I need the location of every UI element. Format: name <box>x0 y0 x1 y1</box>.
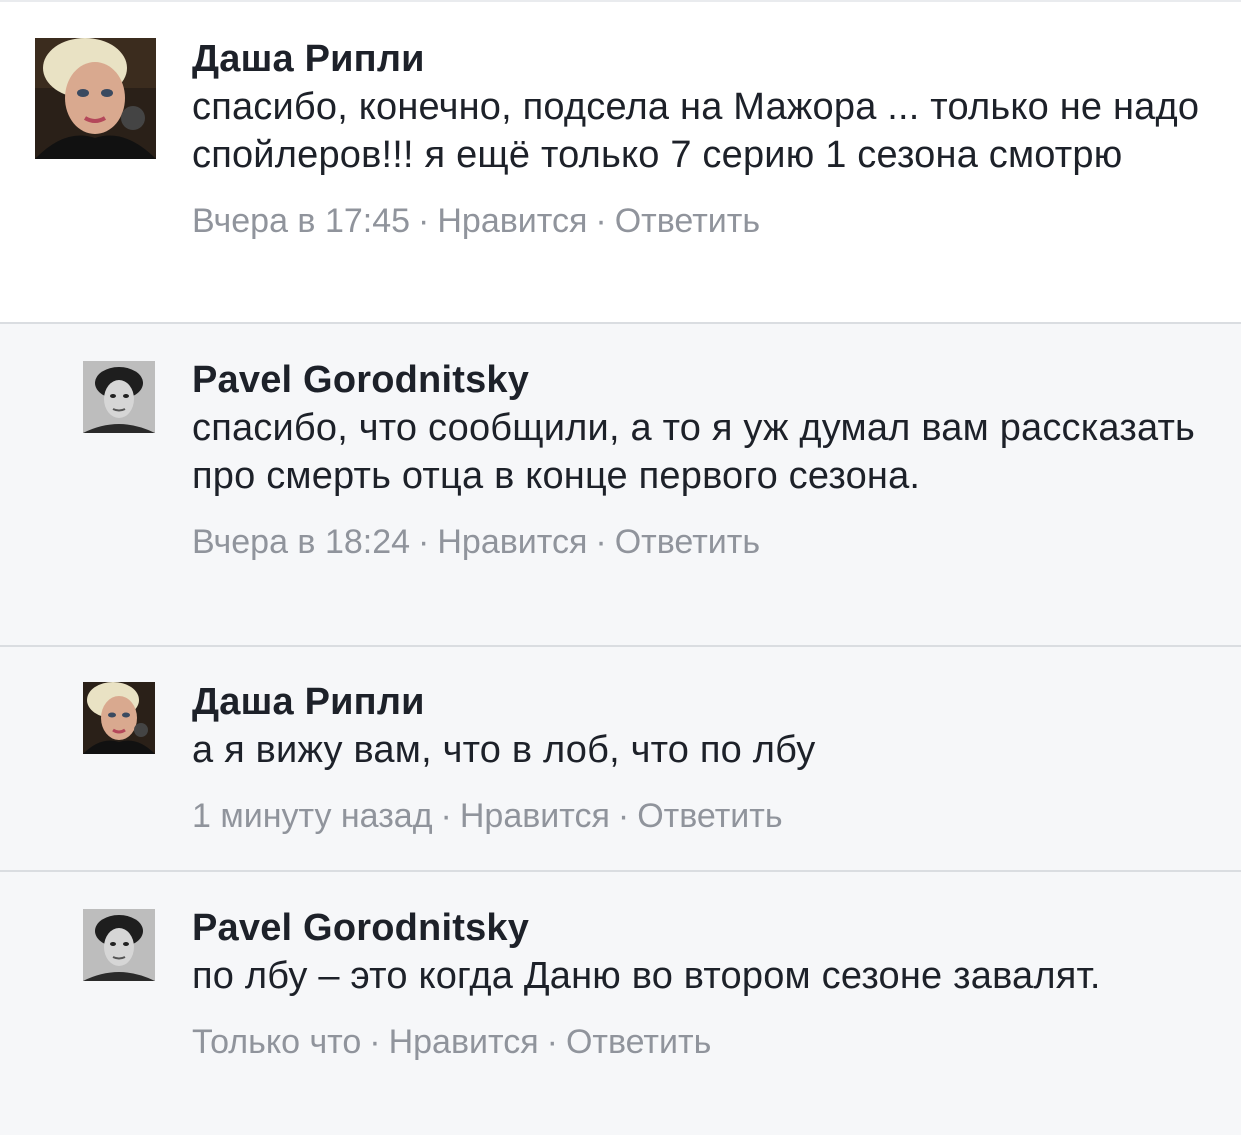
man-avatar-icon <box>83 909 155 981</box>
separator: · <box>418 202 430 240</box>
separator: · <box>617 797 630 835</box>
comment-text: по лбу – это когда Даню во втором сезоне… <box>192 955 1101 997</box>
comment-body: Даша Рипли спасибо, конечно, подсела на … <box>192 35 1201 241</box>
comment-meta: Вчера в 18:24 · Нравится · Ответить <box>192 522 1201 562</box>
comment-reply: Pavel Gorodnitsky спасибо, что сообщили,… <box>0 322 1241 645</box>
like-link[interactable]: Нравится <box>437 202 587 240</box>
comment-reply: Даша Рипли а я вижу вам, что в лоб, что … <box>0 645 1241 870</box>
reply-link[interactable]: Ответить <box>615 202 760 240</box>
comment-meta: 1 минуту назад · Нравится · Ответить <box>192 796 1201 836</box>
reply-link[interactable]: Ответить <box>566 1023 711 1061</box>
separator: · <box>369 1023 381 1061</box>
comment-body: Pavel Gorodnitsky спасибо, что сообщили,… <box>192 356 1201 562</box>
comment-author[interactable]: Даша Рипли <box>192 678 1201 726</box>
separator: · <box>595 523 607 561</box>
comment-meta: Только что · Нравится · Ответить <box>192 1022 1201 1062</box>
comment-author[interactable]: Pavel Gorodnitsky <box>192 904 1201 952</box>
comment-time[interactable]: Вчера в 17:45 <box>192 202 410 240</box>
separator: · <box>595 202 607 240</box>
comment-time[interactable]: Вчера в 18:24 <box>192 523 410 561</box>
comment-time[interactable]: Только что <box>192 1023 361 1061</box>
like-link[interactable]: Нравится <box>460 797 610 835</box>
separator: · <box>440 797 452 835</box>
comment-time[interactable]: 1 минуту назад <box>192 797 433 835</box>
comment: Даша Рипли спасибо, конечно, подсела на … <box>0 0 1241 322</box>
comment-author[interactable]: Даша Рипли <box>192 35 1201 83</box>
comment-meta: Вчера в 17:45 · Нравится · Ответить <box>192 201 1201 241</box>
comment-body: Даша Рипли а я вижу вам, что в лоб, что … <box>192 678 1201 836</box>
separator: · <box>418 523 430 561</box>
avatar[interactable] <box>83 682 155 754</box>
avatar[interactable] <box>83 909 155 981</box>
comment-body: Pavel Gorodnitsky по лбу – это когда Дан… <box>192 904 1201 1062</box>
comment-thread: Даша Рипли спасибо, конечно, подсела на … <box>0 0 1241 1135</box>
comment-text: спасибо, конечно, подсела на Мажора ... … <box>192 86 1200 176</box>
comment-text: а я вижу вам, что в лоб, что по лбу <box>192 729 816 771</box>
avatar[interactable] <box>83 361 155 433</box>
reply-link[interactable]: Ответить <box>637 797 782 835</box>
man-avatar-icon <box>83 361 155 433</box>
woman-avatar-icon <box>35 38 156 159</box>
avatar[interactable] <box>35 38 156 159</box>
comment-reply: Pavel Gorodnitsky по лбу – это когда Дан… <box>0 870 1241 1135</box>
separator: · <box>546 1023 558 1061</box>
reply-link[interactable]: Ответить <box>615 523 760 561</box>
like-link[interactable]: Нравится <box>437 523 587 561</box>
woman-avatar-icon <box>83 682 155 754</box>
comment-author[interactable]: Pavel Gorodnitsky <box>192 356 1201 404</box>
comment-text: спасибо, что сообщили, а то я уж думал в… <box>192 407 1196 497</box>
like-link[interactable]: Нравится <box>389 1023 539 1061</box>
